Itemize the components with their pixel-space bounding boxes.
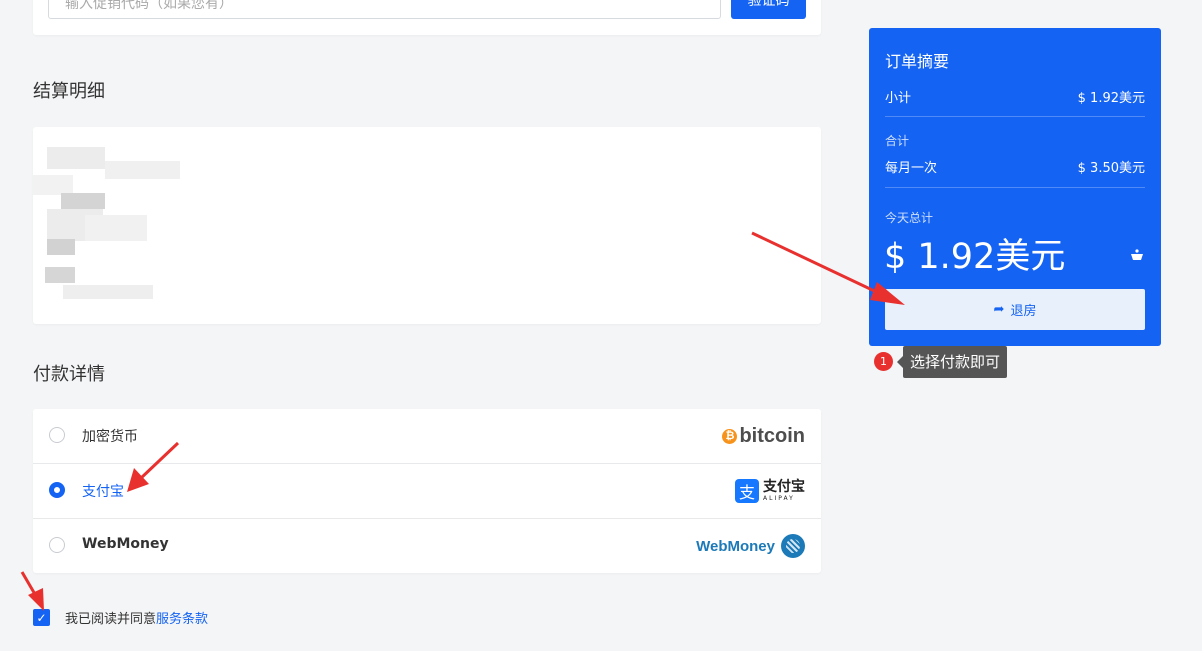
subtotal-label: 小计 <box>885 91 912 106</box>
alipay-icon: 支 <box>735 479 759 503</box>
annotation-badge: 1 <box>874 352 893 371</box>
billing-detail-card <box>33 127 821 324</box>
radio-alipay[interactable] <box>49 482 65 498</box>
validate-promo-button[interactable]: 验证码 <box>731 0 806 19</box>
bitcoin-logo: ₿ bitcoin <box>722 423 805 449</box>
cycle-value: $ 3.50美元 <box>1077 161 1145 176</box>
subtotal-row: 小计 $ 1.92美元 <box>885 87 1145 106</box>
webmoney-globe-icon <box>781 534 805 558</box>
share-arrow-icon: ➦ <box>993 302 1005 317</box>
subtotal-value: $ 1.92美元 <box>1077 91 1145 106</box>
terms-agreement: ✓ 我已阅读并同意 服务条款 <box>33 608 208 627</box>
today-total-value: $ 1.92美元 <box>884 237 1066 277</box>
cycle-label: 每月一次 <box>885 161 938 176</box>
terms-checkbox[interactable]: ✓ <box>33 609 50 626</box>
recurring-row: 每月一次 $ 3.50美元 <box>885 157 1145 176</box>
order-summary-panel: 订单摘要 小计 $ 1.92美元 合计 每月一次 $ 3.50美元 今天总计 $… <box>869 28 1161 346</box>
arrow-to-checkbox <box>20 571 38 597</box>
payment-option-alipay[interactable]: 支付宝 支 支付宝 ALIPAY <box>33 464 821 519</box>
check-icon: ✓ <box>36 610 47 625</box>
payment-option-crypto[interactable]: 加密货币 ₿ bitcoin <box>33 409 821 464</box>
bitcoin-icon: ₿ <box>722 428 738 444</box>
order-summary-title: 订单摘要 <box>885 52 950 71</box>
terms-text: 我已阅读并同意 <box>65 612 157 627</box>
terms-of-service-link[interactable]: 服务条款 <box>156 608 208 627</box>
total-label: 合计 <box>885 134 910 148</box>
radio-crypto[interactable] <box>49 427 65 443</box>
radio-webmoney[interactable] <box>49 537 65 553</box>
divider <box>885 116 1145 117</box>
payment-label-webmoney: WebMoney <box>82 536 169 552</box>
webmoney-logo: WebMoney <box>696 533 805 559</box>
billing-section-title: 结算明细 <box>33 81 105 102</box>
basket-icon[interactable] <box>1130 249 1144 265</box>
divider <box>885 187 1145 188</box>
checkout-label: 退房 <box>1010 304 1037 319</box>
annotation-tooltip: 选择付款即可 <box>896 346 1008 378</box>
promo-code-input[interactable]: 输入促销代码（如果您有） <box>48 0 721 19</box>
payment-label-crypto: 加密货币 <box>82 429 138 445</box>
payment-option-webmoney[interactable]: WebMoney WebMoney <box>33 519 821 573</box>
payment-methods-card: 加密货币 ₿ bitcoin 支付宝 支 支付宝 ALIPAY WebMoney … <box>33 409 821 573</box>
promo-card: 输入促销代码（如果您有） 验证码 <box>33 0 821 35</box>
payment-section-title: 付款详情 <box>33 364 105 385</box>
payment-label-alipay: 支付宝 <box>82 484 124 500</box>
checkout-button[interactable]: ➦ 退房 <box>885 289 1145 330</box>
alipay-logo: 支 支付宝 ALIPAY <box>735 478 805 504</box>
today-total-label: 今天总计 <box>885 211 934 225</box>
